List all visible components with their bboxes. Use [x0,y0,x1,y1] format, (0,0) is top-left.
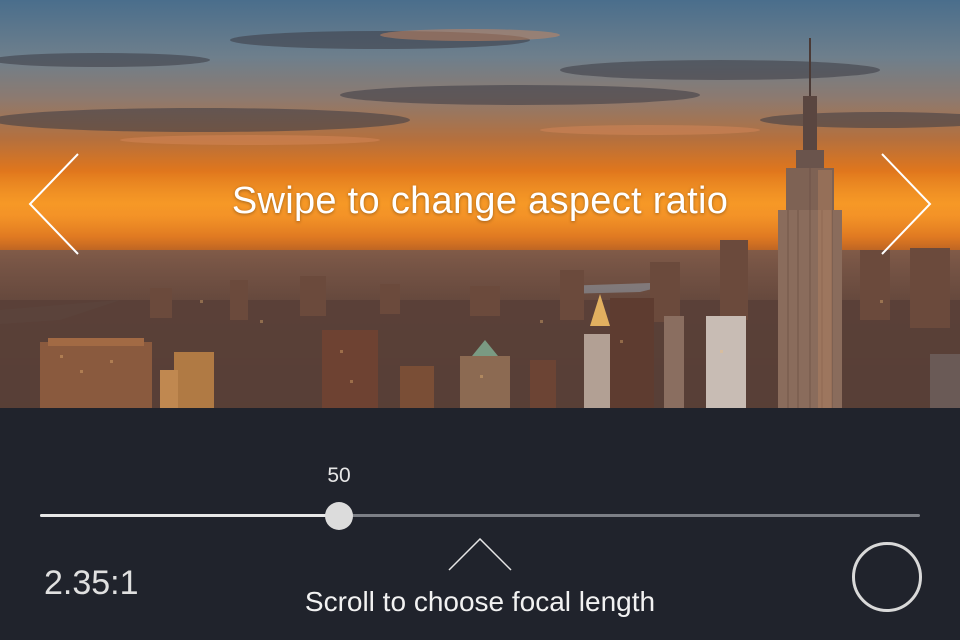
focal-length-slider[interactable] [40,502,920,530]
scroll-hint: Scroll to choose focal length [304,586,656,617]
control-panel: 50 2.35:1 Scroll to choose focal length [0,408,960,640]
chevron-left-icon[interactable] [26,152,82,256]
chevron-up-icon[interactable] [448,537,512,572]
swipe-hint: Swipe to change aspect ratio [231,180,729,222]
shutter-button[interactable] [852,542,922,612]
slider-fill [40,514,339,517]
slider-thumb[interactable] [325,502,353,530]
viewfinder[interactable]: Swipe to change aspect ratio [0,0,960,408]
chevron-right-icon[interactable] [878,152,934,256]
focal-length-value: 50 [327,464,351,487]
